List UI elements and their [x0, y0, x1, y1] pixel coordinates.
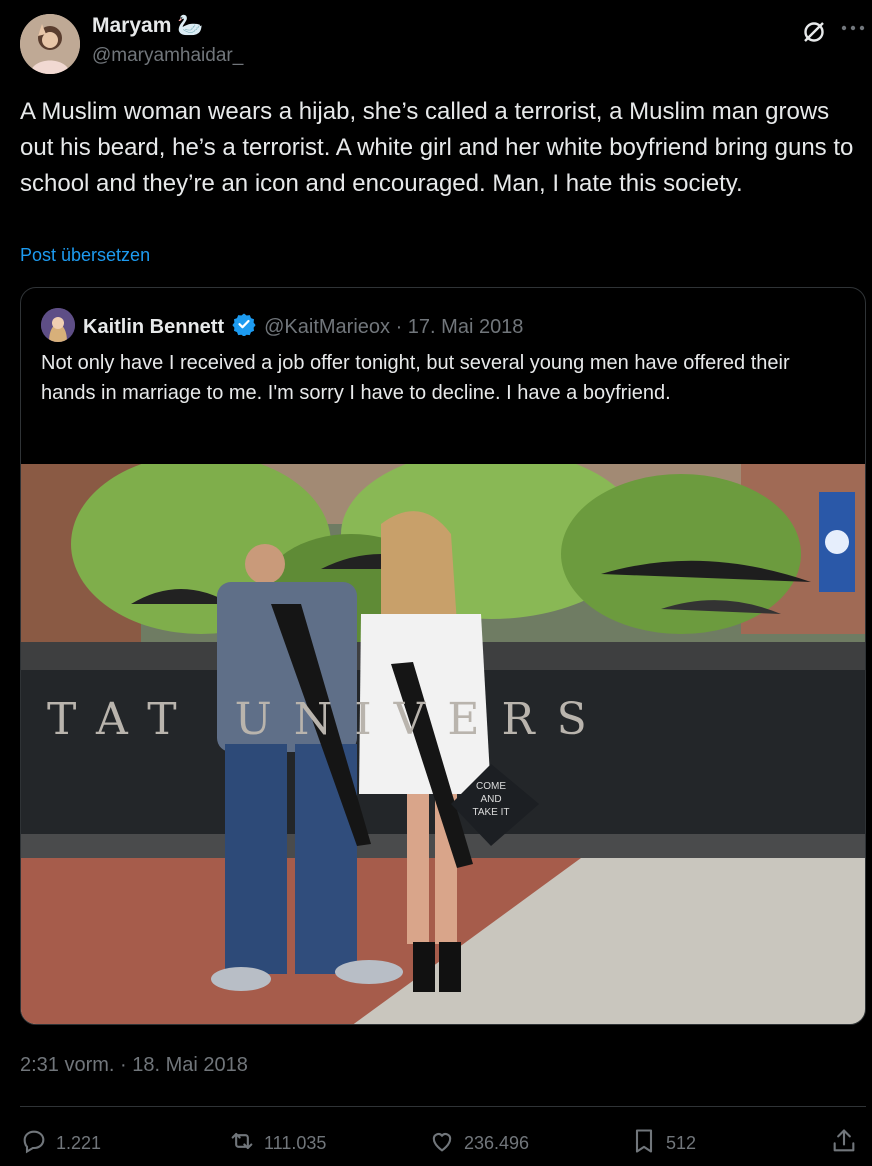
heart-icon — [428, 1127, 456, 1160]
repost-count: 111.035 — [264, 1132, 327, 1153]
university-sign-text: TAT UNIVERS — [47, 694, 609, 745]
quoted-author-avatar[interactable] — [41, 308, 75, 342]
bookmark-button[interactable]: 512 — [630, 1126, 696, 1160]
verified-badge-icon — [232, 312, 256, 342]
reply-icon — [20, 1127, 48, 1160]
reply-count: 1.221 — [56, 1132, 102, 1153]
divider — [20, 1106, 866, 1107]
like-button[interactable]: 236.496 — [428, 1126, 529, 1160]
tweet-timestamp[interactable]: 2:31 vorm. · 18. Mai 2018 — [20, 1054, 248, 1077]
bookmark-icon — [630, 1127, 658, 1160]
quoted-author-meta[interactable]: @KaitMarieox · 17. Mai 2018 — [264, 316, 523, 339]
more-options-icon[interactable] — [840, 18, 866, 38]
author-name[interactable]: Maryam — [92, 14, 171, 38]
quoted-tweet-text: Not only have I received a job offer ton… — [41, 352, 790, 404]
like-count: 236.496 — [464, 1132, 530, 1153]
share-icon — [830, 1127, 858, 1160]
reply-button[interactable]: 1.221 — [20, 1126, 101, 1160]
tweet-text: A Muslim woman wears a hijab, she’s call… — [20, 98, 854, 197]
author-handle[interactable]: @maryamhaidar_ — [92, 45, 243, 67]
grok-icon[interactable] — [800, 18, 828, 46]
graduation-cap-text: COME AND TAKE IT — [472, 781, 510, 818]
author-avatar[interactable] — [20, 14, 80, 74]
share-button[interactable] — [830, 1126, 858, 1160]
author-name-row[interactable]: Maryam 🦢 — [92, 14, 204, 38]
quoted-tweet-photo[interactable]: TAT UNIVERS COME AND TAKE IT — [21, 464, 865, 1024]
translate-post-link[interactable]: Post übersetzen — [20, 245, 150, 266]
bookmark-count: 512 — [666, 1132, 697, 1153]
quoted-tweet-card[interactable]: Kaitlin Bennett @KaitMarieox · 17. Mai 2… — [20, 287, 866, 1025]
quoted-tweet-header: Kaitlin Bennett @KaitMarieox · 17. Mai 2… — [83, 312, 523, 342]
quoted-author-name[interactable]: Kaitlin Bennett — [83, 316, 224, 339]
repost-button[interactable]: 111.035 — [228, 1126, 326, 1160]
swan-emoji: 🦢 — [177, 14, 204, 37]
repost-icon — [228, 1127, 256, 1160]
